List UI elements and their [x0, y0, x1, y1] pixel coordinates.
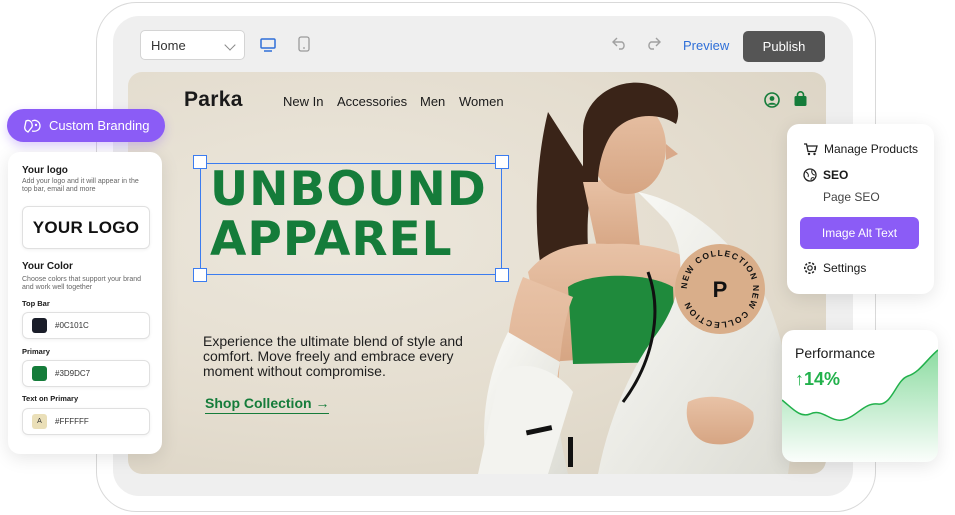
publish-button[interactable]: Publish — [743, 31, 825, 62]
text-on-primary-field[interactable]: A #FFFFFF — [22, 408, 150, 435]
custom-branding-button[interactable]: Custom Branding — [7, 109, 165, 142]
desktop-view-icon[interactable] — [260, 38, 276, 52]
color-section-title: Your Color — [22, 261, 73, 272]
nav-new-in[interactable]: New In — [283, 94, 323, 109]
nav-accessories[interactable]: Accessories — [337, 94, 407, 109]
logo-section-subtitle: Add your logo and it will appear in the … — [22, 178, 139, 193]
menu-item-manage-products[interactable]: Manage Products — [803, 142, 918, 156]
custom-branding-label: Custom Branding — [49, 118, 150, 133]
account-icon[interactable] — [764, 92, 780, 108]
top-bar-color-value: #0C101C — [55, 321, 89, 330]
selection-box — [200, 163, 502, 275]
site-brand-logo[interactable]: Parka — [184, 88, 243, 112]
nav-women[interactable]: Women — [459, 94, 504, 109]
top-bar-color-field[interactable]: #0C101C — [22, 312, 150, 339]
mobile-view-icon[interactable] — [298, 36, 310, 52]
arrow-up-icon: ↑ — [795, 369, 804, 389]
primary-color-label: Primary — [22, 347, 50, 356]
hero-body-copy: Experience the ultimate blend of style a… — [203, 333, 463, 379]
resize-handle-top-left[interactable] — [193, 155, 207, 169]
text-on-primary-swatch: A — [32, 414, 47, 429]
text-on-primary-value: #FFFFFF — [55, 417, 89, 426]
menu-item-page-seo[interactable]: Page SEO — [823, 190, 880, 204]
primary-color-value: #3D9DC7 — [55, 369, 91, 378]
redo-icon[interactable] — [645, 36, 661, 50]
globe-icon — [803, 168, 817, 182]
undo-icon[interactable] — [612, 36, 628, 50]
text-on-primary-label: Text on Primary — [22, 394, 79, 403]
shop-collection-link[interactable]: Shop Collection → — [205, 395, 330, 414]
performance-title: Performance — [795, 345, 876, 361]
menu-item-seo[interactable]: SEO — [803, 168, 848, 182]
shop-collection-label: Shop Collection — [205, 395, 312, 411]
preview-link[interactable]: Preview — [683, 38, 729, 53]
cart-icon — [804, 143, 818, 156]
primary-swatch — [32, 366, 47, 381]
menu-item-settings[interactable]: Settings — [803, 261, 866, 275]
new-collection-stamp: NEW COLLECTION NEW COLLECTION P — [675, 244, 765, 334]
page-select-value: Home — [151, 38, 186, 53]
stamp-letter: P — [713, 277, 728, 302]
performance-percent: 14% — [804, 369, 841, 389]
page-select[interactable]: Home — [140, 30, 245, 60]
top-bar-swatch — [32, 318, 47, 333]
nav-men[interactable]: Men — [420, 94, 445, 109]
top-bar-color-label: Top Bar — [22, 299, 50, 308]
chevron-down-icon — [224, 39, 236, 51]
primary-color-field[interactable]: #3D9DC7 — [22, 360, 150, 387]
shopping-bag-icon[interactable] — [793, 91, 808, 107]
gear-icon — [804, 262, 816, 274]
palette-icon — [24, 119, 41, 133]
manage-products-label: Manage Products — [824, 142, 919, 156]
logo-upload-box[interactable]: YOUR LOGO — [22, 206, 150, 249]
performance-value: ↑14% — [795, 369, 840, 390]
logo-section-title: Your logo — [22, 165, 68, 176]
settings-label: Settings — [823, 261, 867, 275]
resize-handle-bottom-left[interactable] — [193, 268, 207, 282]
resize-handle-top-right[interactable] — [495, 155, 509, 169]
image-alt-text-button[interactable]: Image Alt Text — [800, 217, 919, 249]
seo-label: SEO — [823, 168, 849, 182]
resize-handle-bottom-right[interactable] — [495, 268, 509, 282]
arrow-right-icon: → — [315, 395, 330, 411]
color-section-subtitle: Choose colors that support your brand an… — [22, 276, 142, 291]
